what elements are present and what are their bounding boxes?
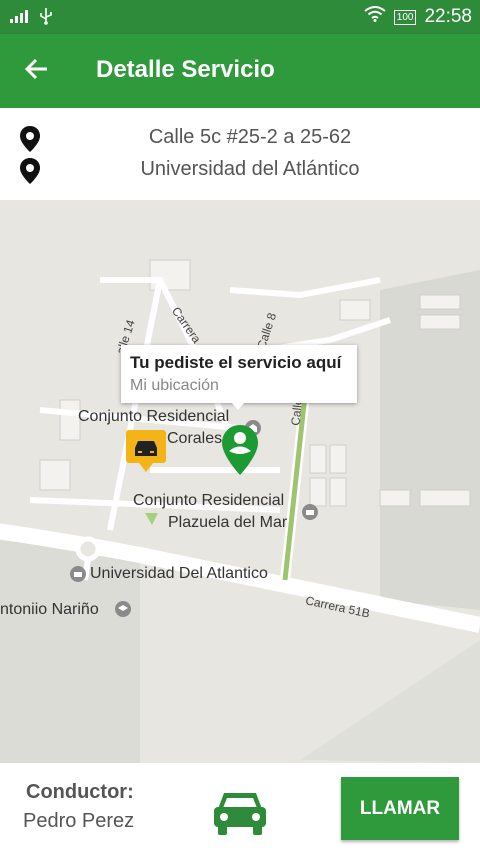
map-place-label: Conjunto Residencial <box>133 492 285 509</box>
poi-university-icon <box>70 566 86 582</box>
poi-school-icon <box>115 601 131 617</box>
destination-address: Universidad del Atlántico <box>140 158 360 180</box>
origin-address: Calle 5c #25-2 a 25-62 <box>148 126 352 148</box>
car-icon <box>210 787 270 837</box>
poi-hotel-icon <box>302 504 318 520</box>
map-place-label: Conjunto Residencial <box>78 408 230 425</box>
map-place-label: Plazuela del Mar <box>168 514 288 531</box>
map-place-label: Universidad Del Atlantico <box>90 565 268 582</box>
destination-pin-icon <box>19 157 41 185</box>
info-window-title: Tu pediste el servicio aquí <box>130 353 342 372</box>
clock: 22:58 <box>424 6 472 27</box>
status-left <box>10 7 54 29</box>
driver-name: Pedro Perez <box>23 810 135 832</box>
info-window-pointer <box>231 402 245 410</box>
usb-icon <box>38 7 54 29</box>
map-view[interactable]: alle 14 Carrera Calle 8 Calle Carrera 51… <box>0 200 480 763</box>
wifi-icon <box>364 6 386 28</box>
map-background <box>0 200 480 763</box>
map-place-label: Corales <box>167 430 223 447</box>
page-title: Detalle Servicio <box>96 56 275 83</box>
battery-indicator: 100 <box>393 9 417 25</box>
origin-pin-icon <box>19 125 41 153</box>
signal-icon <box>10 9 30 27</box>
info-window[interactable]: Tu pediste el servicio aquí Mi ubicación <box>121 345 357 403</box>
app-bar: Detalle Servicio <box>0 34 480 108</box>
map-place-label: ntoniio Nariño <box>0 601 99 618</box>
status-right: 100 22:58 <box>364 6 472 28</box>
back-arrow-icon[interactable] <box>22 54 52 84</box>
taxi-marker-icon[interactable] <box>125 429 167 473</box>
user-location-marker-icon[interactable] <box>220 424 260 476</box>
call-button[interactable]: LLAMAR <box>341 777 459 840</box>
route-panel: Calle 5c #25-2 a 25-62 Universidad del A… <box>0 108 480 200</box>
driver-panel: Conductor: Pedro Perez LLAMAR <box>0 763 480 854</box>
status-bar: 100 22:58 <box>0 0 480 34</box>
driver-label: Conductor: <box>26 781 134 803</box>
info-window-subtitle: Mi ubicación <box>130 377 219 394</box>
